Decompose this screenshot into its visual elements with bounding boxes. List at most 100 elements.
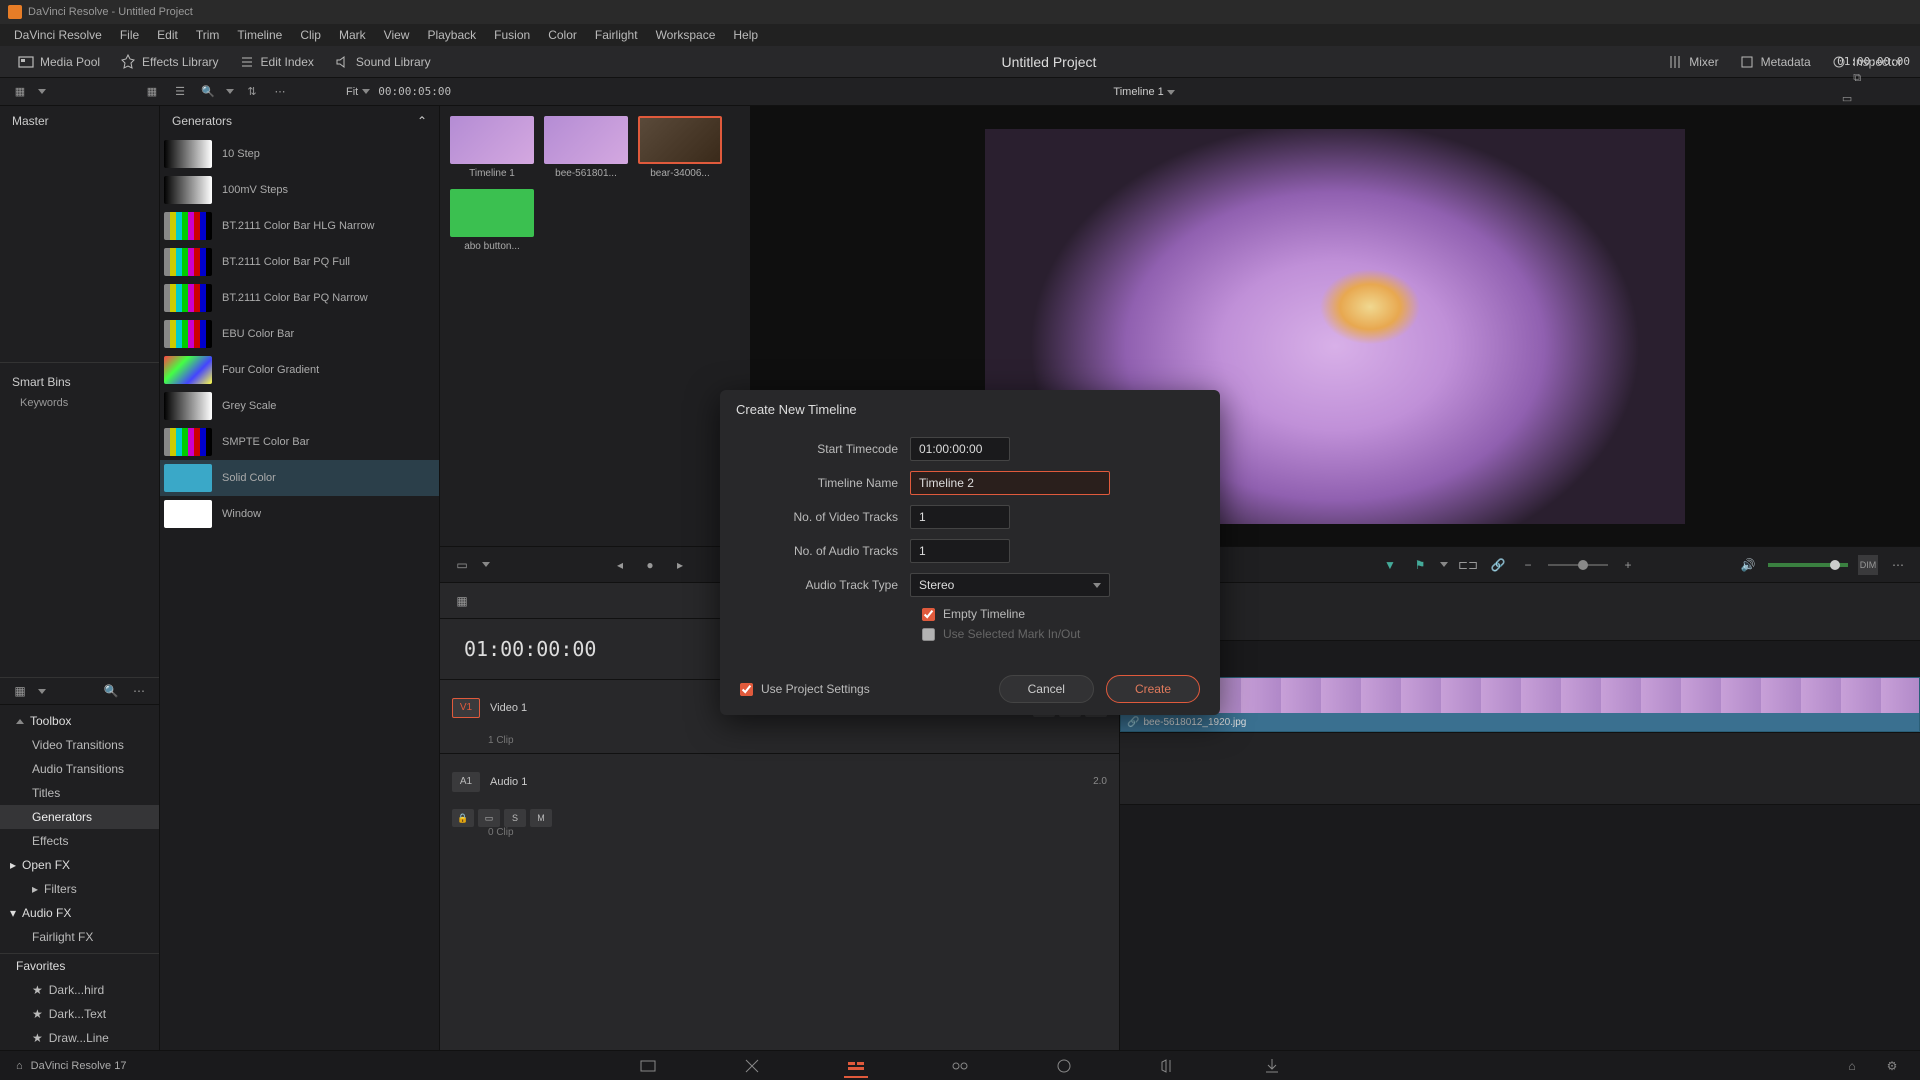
solo-button[interactable]: S [504,809,526,827]
timeline-tracks[interactable]: 🔗bee-5618012_1920.jpg [1120,583,1920,1050]
chevron-down-icon[interactable] [482,562,490,567]
menu-fairlight[interactable]: Fairlight [587,26,646,44]
titles-item[interactable]: Titles [0,781,159,805]
search-icon[interactable]: 🔍 [101,681,121,701]
thumbnail-view-icon[interactable]: ▦ [142,82,162,102]
bin-view-icon[interactable]: ▦ [10,82,30,102]
fairlightfx-item[interactable]: Fairlight FX [0,925,159,949]
chevron-down-icon[interactable] [38,89,46,94]
dual-viewer-icon[interactable]: ▭ [1837,88,1857,108]
sort-icon[interactable]: ⇅ [242,82,262,102]
video-track-badge[interactable]: V1 [452,698,480,718]
generator-item[interactable]: SMPTE Color Bar [160,424,439,460]
video-tracks-input[interactable] [910,505,1010,529]
audio-track[interactable] [1120,733,1920,805]
play-icon[interactable]: ● [640,555,660,575]
effects-item[interactable]: Effects [0,829,159,853]
flag-icon[interactable]: ⚑ [1410,555,1430,575]
home-icon[interactable]: ⌂ [1840,1054,1864,1078]
timeline-ruler[interactable] [1120,583,1920,641]
cut-page-icon[interactable] [740,1054,764,1078]
video-clip[interactable]: 🔗bee-5618012_1920.jpg [1120,677,1920,732]
generator-item[interactable]: Four Color Gradient [160,352,439,388]
marker-icon[interactable]: ▼ [1380,555,1400,575]
timeline-name-input[interactable] [910,471,1110,495]
generators-item[interactable]: Generators [0,805,159,829]
menu-workspace[interactable]: Workspace [648,26,724,44]
menu-fusion[interactable]: Fusion [486,26,538,44]
generator-item[interactable]: Grey Scale [160,388,439,424]
zoom-out-icon[interactable]: − [1518,555,1538,575]
timeline-view-icon[interactable]: ▦ [452,591,472,611]
chevron-down-icon[interactable] [1167,90,1175,95]
selection-tool-icon[interactable]: ▭ [452,555,472,575]
audio-tracks-input[interactable] [910,539,1010,563]
video-transitions-item[interactable]: Video Transitions [0,733,159,757]
favorite-item[interactable]: ★ Draw...Line [0,1026,159,1050]
match-frame-icon[interactable]: ⧉ [1847,68,1867,88]
generator-item[interactable]: Solid Color [160,460,439,496]
collapse-icon[interactable]: ⌃ [417,114,427,128]
metadata-button[interactable]: Metadata [1731,50,1819,74]
master-bin[interactable]: Master [0,106,159,136]
zoom-in-icon[interactable]: + [1618,555,1638,575]
favorite-item[interactable]: ★ Dark...Text [0,1002,159,1026]
menu-edit[interactable]: Edit [149,26,186,44]
favorite-item[interactable]: ★ Dark...hird [0,978,159,1002]
link-icon[interactable]: 🔗 [1488,555,1508,575]
media-clip-thumb[interactable]: bear-34006... [638,116,722,179]
openfx-section[interactable]: ▸ Open FX [0,853,159,877]
audiofx-section[interactable]: ▾ Audio FX [0,901,159,925]
bin-icon[interactable]: ▦ [10,681,30,701]
next-edit-icon[interactable]: ▸ [670,555,690,575]
media-clip-thumb[interactable]: Timeline 1 [450,116,534,179]
media-clip-thumb[interactable]: abo button... [450,189,534,252]
chevron-down-icon[interactable] [1440,562,1448,567]
use-project-settings-checkbox[interactable] [740,683,753,696]
timeline-name[interactable]: Timeline 1 [1113,86,1163,98]
edit-page-icon[interactable] [844,1054,868,1078]
menu-playback[interactable]: Playback [419,26,484,44]
settings-icon[interactable]: ⚙ [1880,1054,1904,1078]
home-icon[interactable]: ⌂ [16,1060,23,1072]
menu-color[interactable]: Color [540,26,585,44]
fusion-page-icon[interactable] [948,1054,972,1078]
audio-type-select[interactable]: Stereo [910,573,1110,597]
options-icon[interactable]: ⋯ [1888,555,1908,575]
menu-view[interactable]: View [376,26,418,44]
audio-transitions-item[interactable]: Audio Transitions [0,757,159,781]
list-view-icon[interactable]: ☰ [170,82,190,102]
zoom-dropdown[interactable]: Fit [346,86,370,98]
auto-select-icon[interactable]: ▭ [478,809,500,827]
lock-icon[interactable]: 🔒 [452,809,474,827]
volume-slider[interactable] [1768,563,1848,567]
cancel-button[interactable]: Cancel [999,675,1094,703]
dim-button[interactable]: DIM [1858,555,1878,575]
menu-clip[interactable]: Clip [292,26,329,44]
menu-timeline[interactable]: Timeline [229,26,290,44]
chevron-down-icon[interactable] [38,689,46,694]
menu-help[interactable]: Help [725,26,766,44]
generator-item[interactable]: 100mV Steps [160,172,439,208]
start-timecode-input[interactable] [910,437,1010,461]
generator-item[interactable]: 10 Step [160,136,439,172]
options-icon[interactable]: ⋯ [270,82,290,102]
video-track[interactable]: 🔗bee-5618012_1920.jpg [1120,677,1920,733]
snapping-icon[interactable]: ⊏⊐ [1458,555,1478,575]
edit-index-button[interactable]: Edit Index [231,50,322,74]
generator-item[interactable]: BT.2111 Color Bar PQ Narrow [160,280,439,316]
filters-item[interactable]: ▸ Filters [0,877,159,901]
menu-davinci[interactable]: DaVinci Resolve [6,26,110,44]
media-clip-thumb[interactable]: bee-561801... [544,116,628,179]
create-button[interactable]: Create [1106,675,1200,703]
audio-track-header[interactable]: A1 Audio 1 2.0 [440,753,1119,809]
chevron-down-icon[interactable] [226,89,234,94]
zoom-slider[interactable] [1548,564,1608,566]
menu-mark[interactable]: Mark [331,26,374,44]
mute-button[interactable]: M [530,809,552,827]
generator-item[interactable]: BT.2111 Color Bar HLG Narrow [160,208,439,244]
volume-icon[interactable]: 🔊 [1738,555,1758,575]
generator-item[interactable]: EBU Color Bar [160,316,439,352]
generator-item[interactable]: BT.2111 Color Bar PQ Full [160,244,439,280]
empty-timeline-checkbox[interactable] [922,608,935,621]
